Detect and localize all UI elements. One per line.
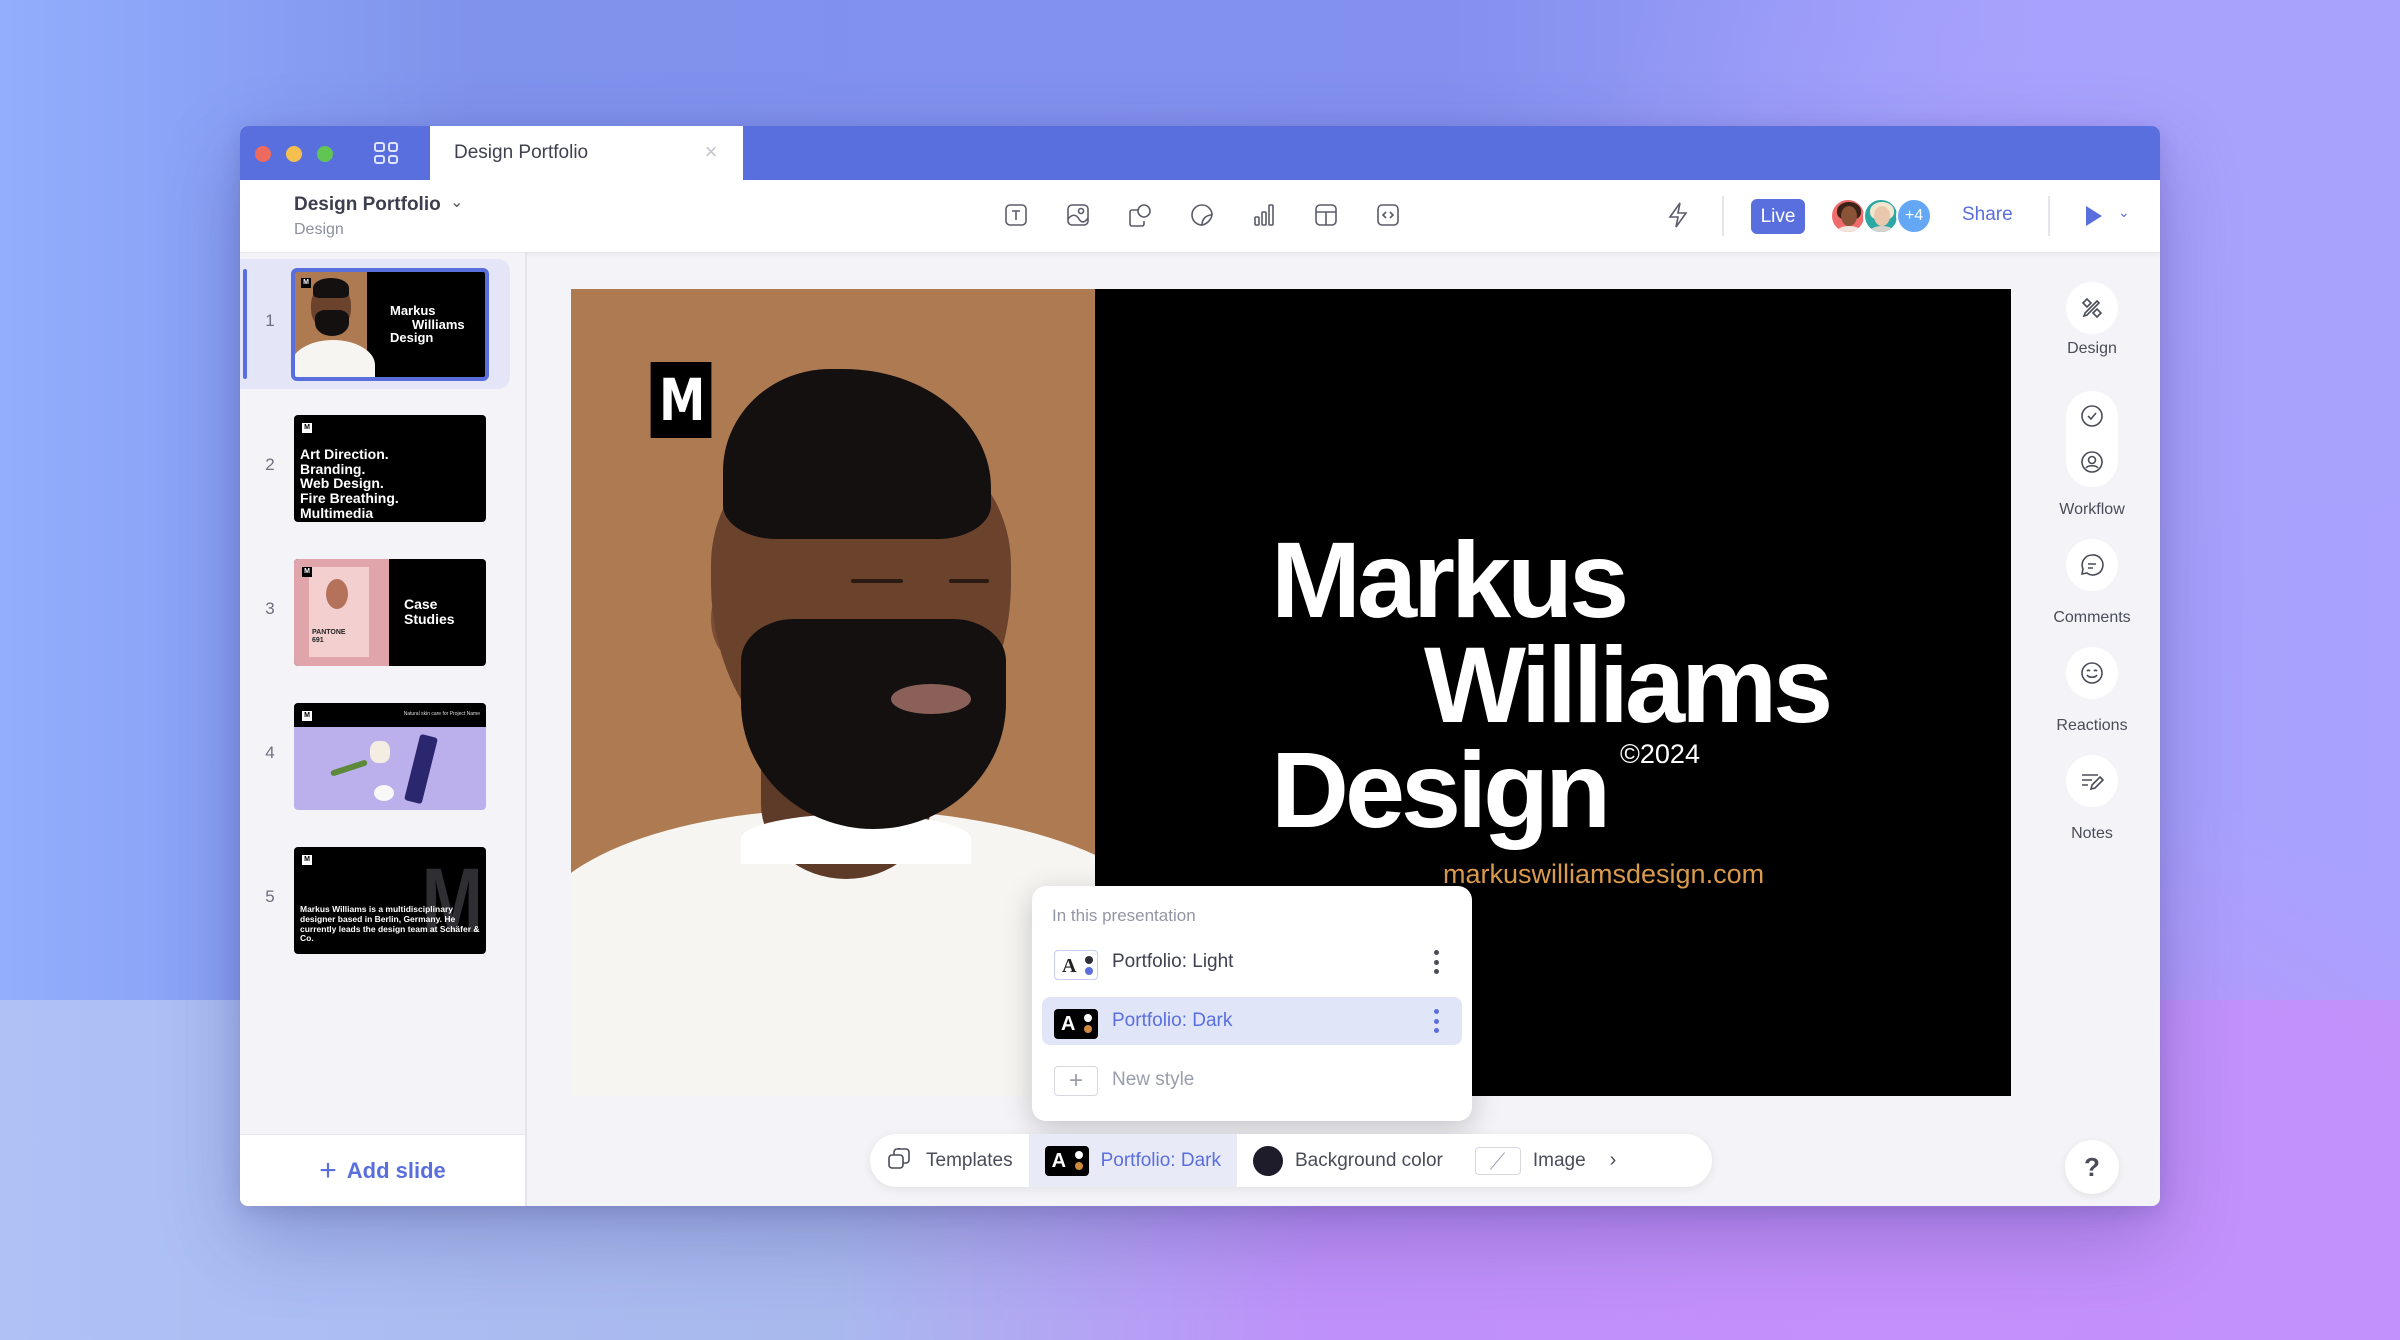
more-options-icon[interactable] (1434, 950, 1440, 974)
slide-thumbnail-4[interactable]: 4 M Natural skin care for Project Name (240, 691, 527, 821)
slide-preview: M M Markus Williams is a multidisciplina… (294, 847, 486, 954)
slide-number: 1 (265, 311, 275, 330)
table-icon[interactable] (1310, 198, 1342, 232)
comments-panel-button[interactable] (2066, 539, 2118, 591)
title-bar: Design Portfolio × (240, 126, 2160, 180)
templates-icon (886, 1145, 914, 1177)
workflow-label: Workflow (2059, 501, 2125, 518)
check-circle-icon[interactable] (2079, 403, 2105, 429)
smiley-icon (2081, 662, 2103, 684)
copyright-text: ©2024 (1620, 739, 1700, 769)
slide-preview: M Markus Williams Design (291, 268, 489, 381)
sticker-icon[interactable] (1186, 198, 1218, 232)
style-swatch: A (1044, 1145, 1089, 1176)
header-divider (1722, 196, 1724, 236)
design-panel-button[interactable] (2066, 282, 2118, 334)
collaborator-avatar[interactable] (1830, 198, 1866, 234)
minimize-window-button[interactable] (286, 146, 302, 162)
slide-thumbnail-3[interactable]: 3 PANTONE 691 M Case Studies (240, 547, 527, 677)
slide-thumbnail-5[interactable]: 5 M M Markus Williams is a multidiscipli… (240, 835, 527, 965)
reactions-label: Reactions (2056, 717, 2128, 734)
logo-icon: M (302, 711, 312, 721)
slide-number: 5 (265, 887, 275, 906)
no-image-icon (1474, 1146, 1521, 1175)
style-button[interactable]: A Portfolio: Dark (1028, 1134, 1237, 1187)
background-color-button[interactable]: Background color (1237, 1134, 1459, 1187)
app-window: Design Portfolio × Design Portfolio ⌄ De… (240, 126, 2160, 1206)
apps-grid-icon[interactable] (374, 142, 398, 164)
website-url: markuswilliamsdesign.com (1443, 859, 1765, 889)
slide-number: 4 (265, 743, 275, 762)
slide-preview: PANTONE 691 M Case Studies (294, 559, 486, 666)
tab-design-portfolio[interactable]: Design Portfolio × (430, 126, 743, 180)
embed-icon[interactable] (1372, 198, 1404, 232)
add-slide-button[interactable]: + Add slide (319, 1153, 446, 1187)
slide-title-line: Design (1271, 729, 1611, 850)
popup-heading: In this presentation (1052, 906, 1196, 925)
reactions-panel-button[interactable] (2066, 647, 2118, 699)
background-image-button[interactable]: Image (1459, 1134, 1602, 1187)
live-button[interactable]: Live (1751, 199, 1805, 234)
logo-icon: M (302, 567, 312, 577)
slide-number: 2 (265, 455, 275, 474)
chevron-down-icon[interactable]: ⌄ (450, 192, 463, 212)
app-header: Design Portfolio ⌄ Design Live +4 Share … (240, 180, 2160, 253)
slide-title-line: Williams (1424, 624, 1833, 745)
add-slide-footer: + Add slide (240, 1134, 525, 1206)
notes-icon (2082, 774, 2105, 791)
slide-preview: M Natural skin care for Project Name (294, 703, 486, 810)
close-window-button[interactable] (255, 146, 271, 162)
design-tools-icon (2081, 297, 2103, 319)
maximize-window-button[interactable] (317, 146, 333, 162)
notes-label: Notes (2071, 825, 2113, 842)
slide-preview: M Art Direction. Branding. Web Design. F… (294, 415, 486, 522)
plus-icon: + (1054, 1066, 1098, 1096)
comments-label: Comments (2053, 609, 2131, 626)
slide-thumbnail-2[interactable]: 2 M Art Direction. Branding. Web Design.… (240, 403, 527, 533)
plus-icon: + (319, 1153, 337, 1187)
workflow-panel-button[interactable] (2066, 391, 2118, 487)
logo-icon: M (302, 855, 312, 865)
slide-thumbnail-1[interactable]: 1 M Markus Williams Design (240, 259, 510, 389)
style-option-light[interactable]: A Portfolio: Light (1042, 938, 1462, 986)
style-swatch: A (1054, 950, 1098, 980)
design-label: Design (2067, 340, 2117, 357)
share-button[interactable]: Share (1962, 204, 2013, 226)
style-picker-popup: In this presentation A Portfolio: Light … (1032, 886, 1472, 1121)
slide-format-toolbar: Templates A Portfolio: Dark Background c… (870, 1134, 1712, 1187)
insert-toolbar (1000, 198, 1404, 232)
play-icon[interactable] (2086, 206, 2102, 226)
chevron-down-icon[interactable]: ⌄ (2118, 204, 2130, 221)
new-style-button[interactable]: + New style (1042, 1056, 1462, 1104)
user-circle-icon[interactable] (2079, 449, 2105, 475)
slides-sidebar: 1 M Markus Williams Design 2 M Art Direc… (240, 253, 527, 1206)
help-button[interactable]: ? (2065, 1140, 2119, 1194)
logo-icon: M (650, 362, 712, 438)
more-collaborators-badge[interactable]: +4 (1896, 198, 1932, 234)
color-swatch-icon (1252, 1145, 1283, 1176)
shapes-icon[interactable] (1124, 198, 1156, 232)
notes-panel-button[interactable] (2066, 755, 2118, 807)
logo-icon: M (302, 423, 312, 433)
document-folder: Design (294, 221, 344, 238)
logo-icon: M (301, 278, 311, 288)
chart-icon[interactable] (1248, 198, 1280, 232)
text-icon[interactable] (1000, 198, 1032, 232)
portrait-photo: M (571, 289, 1095, 1096)
comment-icon (2080, 554, 2104, 576)
tab-label: Design Portfolio (454, 142, 589, 163)
header-divider (2048, 196, 2050, 236)
slide-title-line: Markus (1271, 519, 1629, 640)
templates-button[interactable]: Templates (870, 1134, 1029, 1187)
style-swatch: A (1054, 1009, 1098, 1039)
close-icon[interactable]: × (701, 141, 721, 163)
image-icon[interactable] (1062, 198, 1094, 232)
chevron-right-icon[interactable]: › (1602, 1149, 1635, 1172)
document-title[interactable]: Design Portfolio (294, 194, 441, 216)
slide-number: 3 (265, 599, 275, 618)
collaborator-avatar[interactable] (1863, 198, 1899, 234)
more-options-icon[interactable] (1434, 1009, 1440, 1033)
lightning-icon[interactable] (1664, 200, 1692, 235)
style-option-dark[interactable]: A Portfolio: Dark (1042, 997, 1462, 1045)
